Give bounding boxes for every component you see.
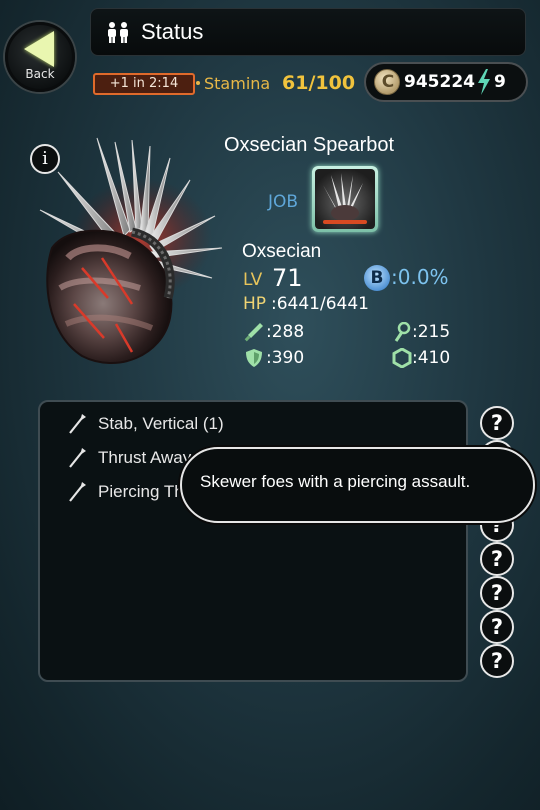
skills-panel: Stab, Vertical (1) Thrust Away, Vertical…	[38, 400, 468, 682]
spear-icon	[69, 414, 86, 434]
job-level-bar	[323, 220, 367, 224]
stamina-timer: +1 in 2:14	[93, 73, 195, 95]
spear-icon	[69, 448, 86, 468]
help-button[interactable]: ?	[480, 576, 514, 610]
stamina-label: Stamina	[204, 74, 271, 93]
help-button[interactable]: ?	[480, 542, 514, 576]
level-value: 71	[272, 264, 303, 292]
shield-icon	[246, 349, 262, 367]
b-value: :0.0%	[391, 265, 449, 289]
back-label: Back	[25, 67, 55, 81]
info-icon[interactable]: i	[30, 144, 60, 174]
back-arrow-icon	[24, 31, 54, 67]
hexagon-shield-icon	[392, 348, 412, 368]
help-button[interactable]: ?	[480, 610, 514, 644]
spear-icon	[69, 482, 86, 502]
help-button[interactable]: ?	[480, 644, 514, 678]
coin-icon: C	[374, 69, 400, 95]
tooltip-text: Skewer foes with a piercing assault.	[200, 472, 471, 491]
back-button[interactable]: Back	[5, 22, 75, 92]
b-badge-icon: B	[364, 265, 390, 291]
currency-box[interactable]: C 945224 9	[364, 62, 528, 102]
stamina-dot-icon	[196, 81, 200, 85]
hp-value: :6441/6441	[271, 294, 369, 314]
skill-name: Stab, Vertical (1)	[98, 414, 224, 433]
job-portrait[interactable]	[312, 166, 378, 232]
help-button[interactable]: ?	[480, 406, 514, 440]
sword-icon	[244, 323, 263, 342]
job-portrait-image	[315, 169, 375, 229]
skill-tooltip: Skewer foes with a piercing assault.	[180, 447, 535, 523]
energy-count: 9	[494, 72, 506, 92]
character-name: Oxsecian Spearbot	[224, 134, 395, 156]
stamina-value: 61/100	[282, 72, 356, 94]
coin-glyph: C	[381, 72, 395, 92]
title-bar: Status	[90, 8, 526, 56]
wand-icon	[394, 322, 411, 342]
resistance-stat: :410	[412, 348, 451, 368]
defense-stat: :390	[266, 348, 305, 368]
coin-count: 945224	[404, 72, 475, 92]
attack-stat: :288	[266, 322, 305, 342]
level-label: LV	[243, 270, 263, 290]
magic-stat: :215	[412, 322, 451, 342]
race-name: Oxsecian	[242, 241, 322, 262]
hp-label: HP	[243, 294, 267, 314]
job-label: JOB	[268, 192, 299, 212]
people-icon	[108, 22, 128, 43]
lightning-bolt-icon	[478, 69, 490, 95]
page-title: Status	[141, 19, 204, 44]
